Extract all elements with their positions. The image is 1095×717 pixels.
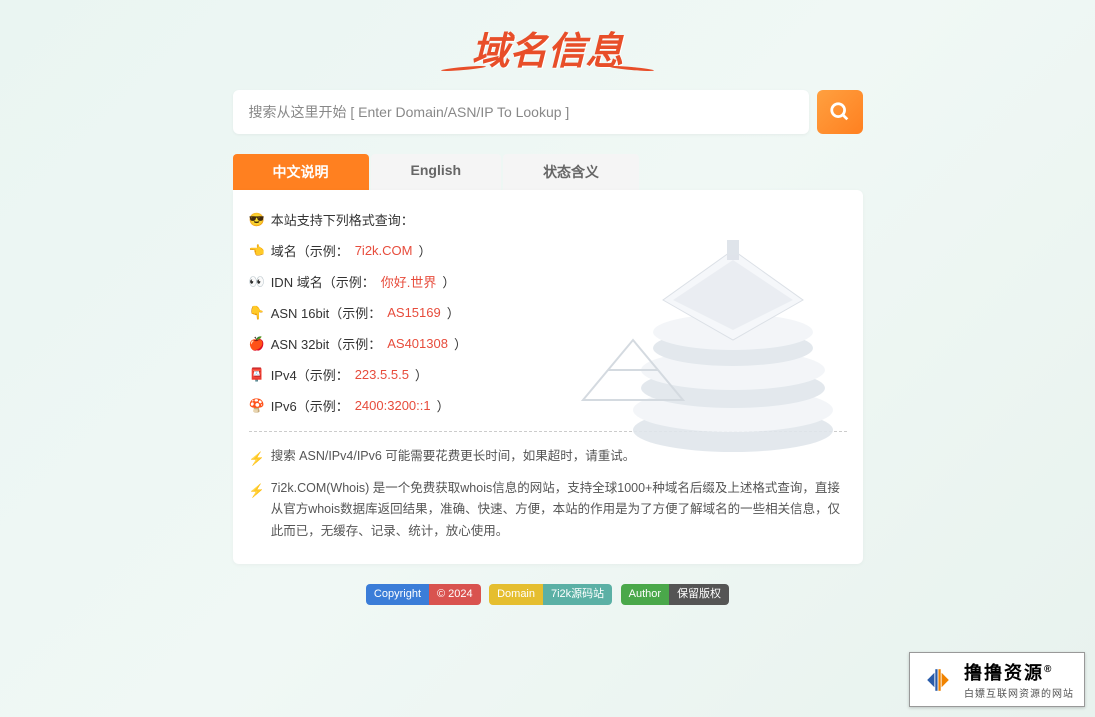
format-close: ） (447, 303, 460, 322)
format-close: ） (415, 365, 428, 384)
badge-label: Author (621, 584, 669, 605)
format-emoji-icon: 🍄 (249, 398, 265, 414)
note-line: ⚡ 搜索 ASN/IPv4/IPv6 可能需要花费更长时间，如果超时，请重试。 (249, 442, 847, 474)
format-emoji-icon: 👇 (249, 305, 265, 321)
zap-icon: ⚡ (249, 480, 265, 502)
divider (249, 431, 847, 432)
corner-main-text: 撸撸资源® (964, 659, 1074, 685)
example-link[interactable]: AS401308 (387, 336, 448, 351)
badge-value: © 2024 (429, 584, 481, 605)
search-input[interactable] (233, 90, 809, 134)
format-close: ） (419, 241, 432, 260)
corner-sub-text: 白嫖互联网资源的网站 (964, 685, 1074, 700)
tab-status[interactable]: 状态含义 (503, 154, 639, 190)
format-label: 域名（示例： (271, 241, 349, 260)
format-label: ASN 16bit（示例： (271, 303, 382, 322)
format-close: ） (454, 334, 467, 353)
corner-watermark[interactable]: 撸撸资源® 白嫖互联网资源的网站 (909, 652, 1085, 707)
badge-value: 7i2k源码站 (543, 584, 612, 605)
format-emoji-icon: 🍎 (249, 336, 265, 352)
sunglasses-icon: 😎 (249, 212, 265, 228)
zap-icon: ⚡ (249, 448, 265, 470)
badge-domain[interactable]: Domain 7i2k源码站 (489, 584, 612, 605)
tab-english[interactable]: English (371, 154, 502, 190)
search-row (233, 90, 863, 134)
search-button[interactable] (817, 90, 863, 134)
format-label: IPv4（示例： (271, 365, 349, 384)
tab-chinese[interactable]: 中文说明 (233, 154, 369, 190)
format-line: 🍄 IPv6（示例： 2400:3200::1 ） (249, 390, 847, 421)
format-line: 👀 IDN 域名（示例： 你好.世界 ） (249, 266, 847, 297)
registered-mark: ® (1044, 664, 1053, 675)
badge-author[interactable]: Author 保留版权 (621, 584, 729, 605)
example-link[interactable]: 7i2k.COM (355, 243, 413, 258)
badge-label: Domain (489, 584, 543, 605)
search-icon (829, 101, 851, 123)
footer: Copyright © 2024 Domain 7i2k源码站 Author 保… (233, 584, 863, 605)
corner-text: 撸撸资源® 白嫖互联网资源的网站 (964, 659, 1074, 700)
info-panel: 😎 本站支持下列格式查询： 👈 域名（示例： 7i2k.COM ） 👀 IDN … (233, 190, 863, 564)
intro-line: 😎 本站支持下列格式查询： (249, 204, 847, 235)
example-link[interactable]: 223.5.5.5 (355, 367, 409, 382)
format-label: ASN 32bit（示例： (271, 334, 382, 353)
note-text: 搜索 ASN/IPv4/IPv6 可能需要花费更长时间，如果超时，请重试。 (271, 446, 636, 467)
format-emoji-icon: 📮 (249, 367, 265, 383)
badge-label: Copyright (366, 584, 429, 605)
format-line: 👇 ASN 16bit（示例： AS15169 ） (249, 297, 847, 328)
example-link[interactable]: 你好.世界 (381, 272, 437, 291)
intro-text: 本站支持下列格式查询： (271, 210, 414, 229)
format-line: 📮 IPv4（示例： 223.5.5.5 ） (249, 359, 847, 390)
badge-copyright[interactable]: Copyright © 2024 (366, 584, 481, 605)
format-close: ） (442, 272, 455, 291)
format-line: 👈 域名（示例： 7i2k.COM ） (249, 235, 847, 266)
example-link[interactable]: AS15169 (387, 305, 441, 320)
format-close: ） (437, 396, 450, 415)
note-line: ⚡ 7i2k.COM(Whois) 是一个免费获取whois信息的网站，支持全球… (249, 474, 847, 546)
badge-value: 保留版权 (669, 584, 729, 605)
tabs: 中文说明 English 状态含义 (233, 154, 863, 190)
corner-logo-icon (920, 662, 956, 698)
note-text: 7i2k.COM(Whois) 是一个免费获取whois信息的网站，支持全球10… (271, 478, 847, 542)
format-label: IPv6（示例： (271, 396, 349, 415)
format-line: 🍎 ASN 32bit（示例： AS401308 ） (249, 328, 847, 359)
format-label: IDN 域名（示例： (271, 272, 375, 291)
example-link[interactable]: 2400:3200::1 (355, 398, 431, 413)
logo-text: 域名信息 (471, 20, 623, 75)
logo: 域名信息 (233, 20, 863, 75)
format-emoji-icon: 👀 (249, 274, 265, 290)
format-emoji-icon: 👈 (249, 243, 265, 259)
